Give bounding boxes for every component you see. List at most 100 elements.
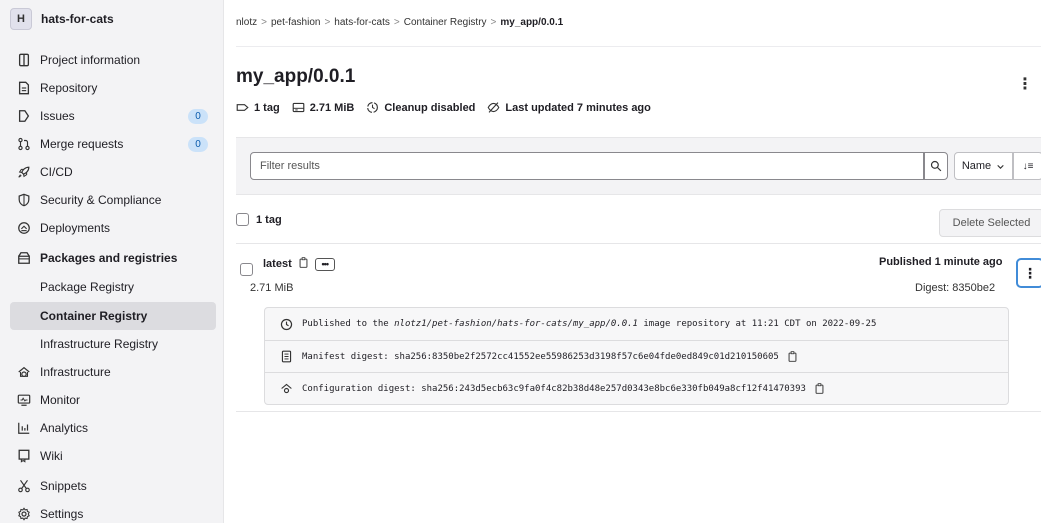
tag-digest: Digest: 8350be2 [915, 282, 996, 294]
page-actions-menu-button[interactable]: ⋮ [1017, 74, 1033, 94]
issues-count-badge: 0 [188, 109, 208, 124]
rocket-icon [16, 164, 32, 180]
sidebar-item-label: Infrastructure [40, 365, 111, 379]
tag-checkbox[interactable] [240, 263, 253, 276]
gear-icon [16, 506, 32, 522]
breadcrumb-item[interactable]: pet-fashion [271, 17, 320, 28]
sidebar-item-monitor[interactable]: Monitor [0, 386, 224, 414]
cloud-gear-icon [16, 364, 32, 380]
sidebar-item-security-compliance[interactable]: Security & Compliance [0, 186, 224, 214]
search-icon [930, 160, 942, 172]
main-content: nlotz > pet-fashion > hats-for-cats > Co… [224, 0, 1041, 523]
project-name: hats-for-cats [41, 12, 114, 26]
copy-tag-button[interactable] [298, 257, 309, 271]
disk-icon [292, 102, 305, 113]
header-divider [236, 46, 1041, 47]
issues-icon [16, 108, 32, 124]
info-icon [16, 52, 32, 68]
sidebar-item-analytics[interactable]: Analytics [0, 414, 224, 442]
sidebar-item-packages-and-registries[interactable]: Packages and registries [0, 244, 224, 272]
breadcrumb-separator: > [261, 17, 267, 28]
sidebar-item-label: Monitor [40, 393, 81, 407]
list-divider [236, 243, 1041, 244]
sidebar-item-label: Wiki [40, 449, 63, 463]
sidebar-item-repository[interactable]: Repository [0, 74, 224, 102]
monitor-icon [16, 392, 32, 408]
tag-size: 2.71 MiB [250, 282, 294, 294]
merge-request-icon [16, 136, 32, 152]
select-all-checkbox[interactable] [236, 213, 249, 226]
sidebar-item-infrastructure[interactable]: Infrastructure [0, 358, 224, 386]
sidebar-item-label: Repository [40, 81, 98, 95]
sidebar-item-label: Project information [40, 53, 141, 67]
tag-count-label: 1 tag [256, 213, 282, 226]
tag-details-toggle[interactable]: ••• [314, 257, 335, 271]
tag-published-time: Published 1 minute ago [879, 256, 1003, 268]
clock-dashed-icon [367, 102, 379, 113]
sidebar-item-project-information[interactable]: Project information [0, 46, 224, 74]
sort-field-dropdown[interactable]: Name [954, 152, 1013, 180]
page-title: my_app/0.0.1 [236, 66, 356, 87]
delete-selected-button[interactable]: Delete Selected [939, 209, 1041, 237]
manifest-digest-row: Manifest digest: sha256:8350be2f2572cc41… [265, 340, 1008, 372]
breadcrumb-item[interactable]: Container Registry [404, 17, 487, 28]
copy-manifest-digest-button[interactable] [787, 351, 798, 362]
published-detail-text: Published to the nlotz1/pet-fashion/hats… [302, 319, 877, 329]
cleanup-meta: Cleanup disabled [366, 101, 475, 114]
sidebar-item-label: Security & Compliance [40, 193, 162, 207]
configuration-digest-row: Configuration digest: sha256:243d5ecb63c… [265, 372, 1008, 404]
breadcrumb-item[interactable]: hats-for-cats [334, 17, 390, 28]
sidebar-item-label: Deployments [40, 221, 111, 235]
sidebar-item-label: Packages and registries [40, 251, 178, 265]
sidebar-item-label: Issues [40, 109, 75, 123]
sidebar-item-label: CI/CD [40, 165, 73, 179]
clipboard-icon [299, 257, 308, 268]
published-detail-row: Published to the nlotz1/pet-fashion/hats… [265, 308, 1008, 340]
tag-name: latest [263, 258, 292, 270]
updated-meta: Last updated 7 minutes ago [487, 101, 651, 114]
tag-details-panel: Published to the nlotz1/pet-fashion/hats… [264, 307, 1009, 405]
sidebar-item-label: Analytics [40, 421, 89, 435]
sidebar-item-infrastructure-registry[interactable]: Infrastructure Registry [0, 330, 224, 358]
sidebar-item-issues[interactable]: Issues 0 [0, 102, 224, 130]
sidebar-item-snippets[interactable]: Snippets [0, 472, 224, 500]
sidebar-item-package-registry[interactable]: Package Registry [0, 273, 224, 301]
tag-icon [236, 104, 249, 111]
sidebar-item-deployments[interactable]: Deployments [0, 214, 224, 242]
sidebar-item-ci-cd[interactable]: CI/CD [0, 158, 224, 186]
eye-slash-icon [488, 102, 500, 113]
breadcrumb-current[interactable]: my_app/0.0.1 [500, 17, 563, 28]
deployments-icon [16, 220, 32, 236]
sidebar-item-label: Package Registry [40, 280, 135, 294]
shield-icon [16, 192, 32, 208]
sidebar-item-label: Snippets [40, 479, 87, 493]
project-avatar: H [10, 8, 32, 30]
chevron-down-icon [997, 164, 1004, 169]
image-metadata: 1 tag 2.71 MiB Cleanup disabled Last upd… [236, 101, 663, 114]
sidebar-item-merge-requests[interactable]: Merge requests 0 [0, 130, 224, 158]
project-header[interactable]: H hats-for-cats [0, 0, 223, 38]
sidebar-item-container-registry[interactable]: Container Registry [10, 302, 216, 330]
package-icon [16, 250, 32, 266]
book-icon [16, 448, 32, 464]
sidebar-item-label: Infrastructure Registry [40, 337, 159, 351]
filter-input[interactable]: Filter results [250, 152, 924, 180]
breadcrumb-item[interactable]: nlotz [236, 17, 257, 28]
cloud-gear-icon [279, 382, 293, 396]
sidebar-item-label: Settings [40, 507, 84, 521]
filter-search-button[interactable] [924, 152, 948, 180]
scissors-icon [16, 478, 32, 494]
clock-icon [279, 317, 293, 331]
merge-requests-count-badge: 0 [188, 137, 208, 152]
chart-icon [16, 420, 32, 436]
tag-count-meta: 1 tag [236, 101, 280, 114]
sidebar-item-wiki[interactable]: Wiki [0, 442, 224, 470]
filter-bar: Filter results Name ↓≡ [236, 137, 1041, 195]
sidebar-item-settings[interactable]: Settings [0, 500, 224, 523]
copy-configuration-digest-button[interactable] [814, 383, 825, 394]
breadcrumb-separator: > [324, 17, 331, 28]
sort-direction-button[interactable]: ↓≡ [1013, 152, 1041, 180]
clipboard-icon [815, 383, 824, 394]
size-meta: 2.71 MiB [292, 101, 354, 114]
tag-actions-menu-button[interactable]: ⋮ [1016, 258, 1041, 288]
